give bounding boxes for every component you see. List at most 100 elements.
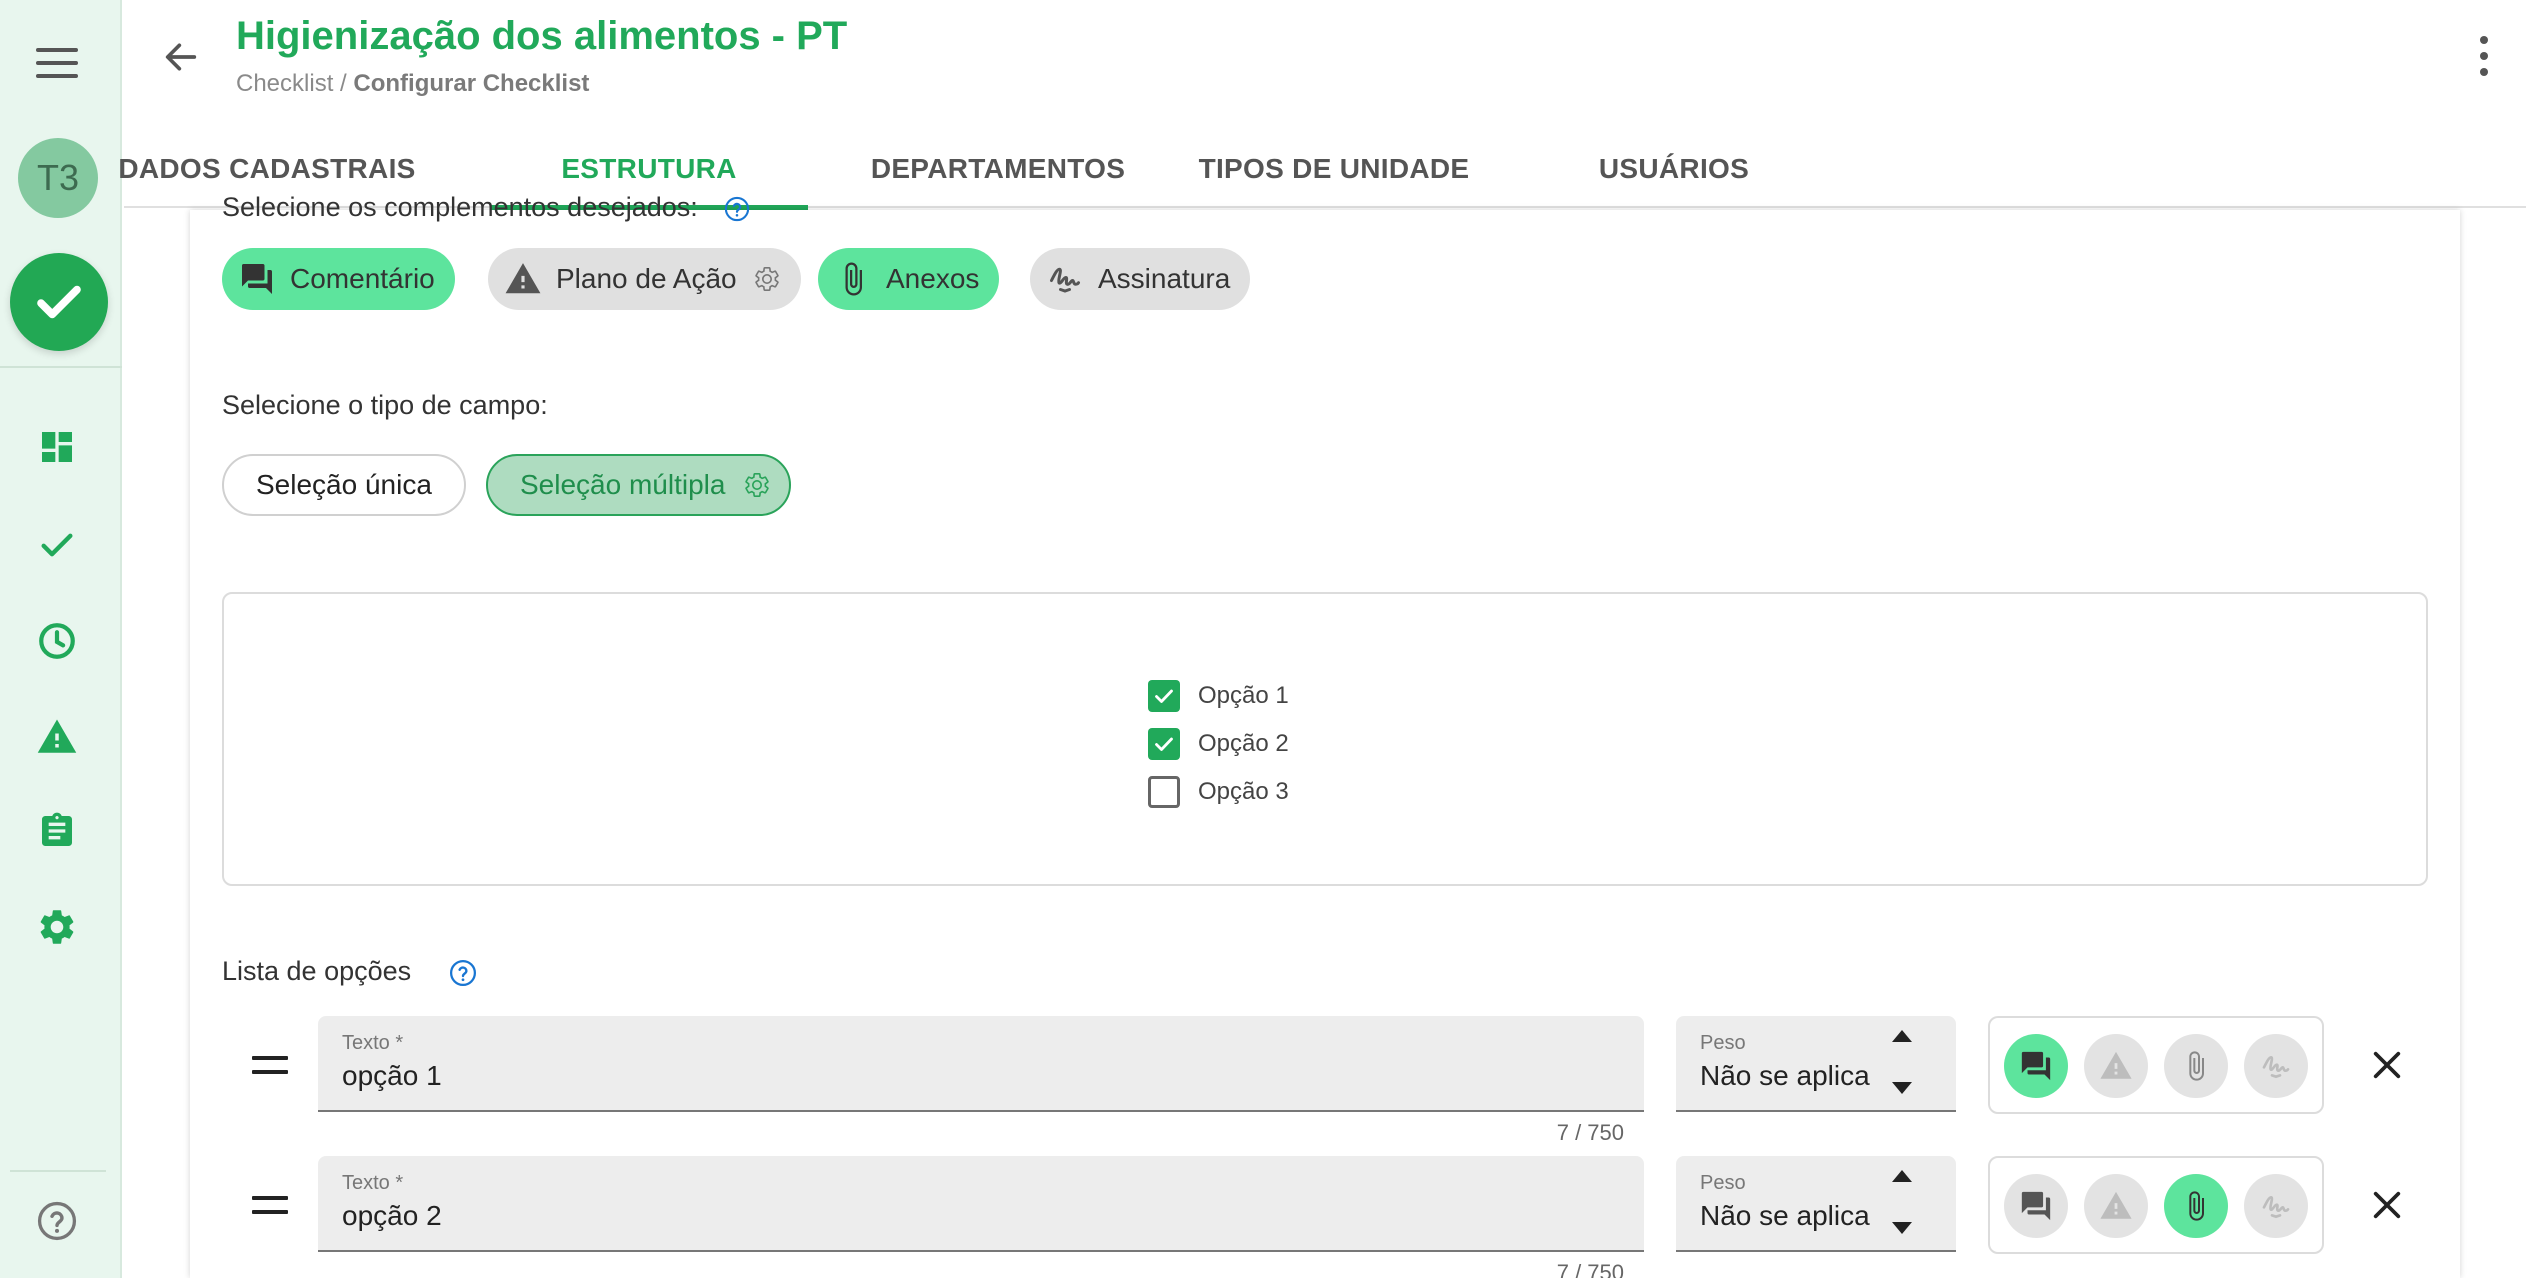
tab-departamentos[interactable]: DEPARTAMENTOS (848, 130, 1148, 208)
check-icon (37, 285, 81, 319)
option-text-value: opção 2 (342, 1200, 442, 1231)
help-icon[interactable] (448, 958, 478, 988)
structure-card: Selecione os complementos desejados: Com… (190, 192, 2460, 1278)
complements-label: Selecione os complementos desejados: (222, 192, 751, 223)
sidebar-item-help[interactable] (34, 1198, 80, 1244)
sidebar-item-settings[interactable] (34, 904, 80, 950)
spin-down-icon[interactable] (1892, 1222, 1912, 1234)
close-icon (2373, 1191, 2401, 1219)
spin-up-icon[interactable] (1892, 1030, 1912, 1042)
preview-option[interactable]: Opção 3 (1148, 774, 1289, 810)
help-icon (37, 1201, 77, 1241)
weight-value: Não se aplica (1700, 1200, 1870, 1231)
field-type-option-label: Seleção múltipla (520, 469, 726, 500)
warning-icon (2100, 1191, 2132, 1219)
weight-value: Não se aplica (1700, 1060, 1870, 1091)
avatar[interactable]: T3 (18, 138, 98, 218)
option-row: Texto * opção 2 7 / 750 Peso Não se apli… (190, 1156, 2460, 1278)
option-comment-toggle[interactable] (2004, 1174, 2068, 1238)
back-button[interactable] (158, 34, 204, 80)
check-icon (41, 533, 73, 557)
warning-icon (37, 719, 77, 753)
preview-option[interactable]: Opção 2 (1148, 726, 1289, 762)
signature-icon (2262, 1195, 2290, 1219)
drag-handle-icon[interactable] (252, 1196, 288, 1214)
weight-select[interactable]: Peso Não se aplica (1676, 1016, 1956, 1112)
preview-option-label: Opção 1 (1198, 682, 1289, 709)
spin-up-icon[interactable] (1892, 1170, 1912, 1182)
gear-icon[interactable] (753, 265, 781, 293)
weight-select[interactable]: Peso Não se aplica (1676, 1156, 1956, 1252)
drag-handle-icon[interactable] (252, 1056, 288, 1074)
option-text-label: Texto * (342, 1172, 404, 1194)
comment-icon (2021, 1191, 2051, 1221)
field-type-label: Selecione o tipo de campo: (222, 390, 548, 420)
comment-icon (242, 264, 272, 294)
breadcrumb-separator: / (333, 70, 354, 97)
sidebar-item-reports[interactable] (34, 808, 80, 854)
dashboard-icon (42, 432, 72, 462)
warning-icon (2100, 1051, 2132, 1079)
comment-icon (2021, 1051, 2051, 1081)
chip-label: Assinatura (1098, 263, 1231, 294)
check-icon (1155, 737, 1173, 751)
sidebar-item-dashboard[interactable] (34, 424, 80, 470)
chip-label: Anexos (886, 263, 980, 294)
chip-plano-de-acao[interactable]: Plano de Ação (488, 248, 801, 310)
option-action-plan-toggle[interactable] (2084, 1034, 2148, 1098)
gear-icon (40, 910, 74, 944)
field-type-multi-select[interactable]: Seleção múltipla (486, 454, 792, 516)
checkbox-unchecked[interactable] (1148, 776, 1180, 808)
close-icon (2373, 1051, 2401, 1079)
clipboard-icon (42, 812, 72, 846)
option-text-field[interactable]: Texto * opção 2 (318, 1156, 1644, 1252)
option-action-plan-toggle[interactable] (2084, 1174, 2148, 1238)
option-attachment-toggle[interactable] (2164, 1174, 2228, 1238)
sidebar-item-action-plans[interactable] (34, 714, 80, 760)
warning-icon (505, 263, 541, 294)
checkbox-checked[interactable] (1148, 728, 1180, 760)
option-text-label: Texto * (342, 1032, 404, 1054)
option-text-value: opção 1 (342, 1060, 442, 1091)
preview-option-label: Opção 2 (1198, 730, 1289, 757)
preview-option[interactable]: Opção 1 (1148, 678, 1289, 714)
gear-icon[interactable] (743, 471, 771, 499)
paperclip-icon (845, 262, 862, 296)
sidebar-divider (10, 1170, 106, 1172)
checkbox-checked[interactable] (1148, 680, 1180, 712)
remove-option-button[interactable] (2368, 1186, 2406, 1224)
breadcrumb-current: Configurar Checklist (353, 70, 590, 97)
chip-anexos[interactable]: Anexos (818, 248, 1000, 310)
help-icon[interactable] (723, 195, 751, 223)
option-complements (1988, 1156, 2324, 1254)
sidebar: T3 (0, 0, 122, 1278)
option-signature-toggle[interactable] (2244, 1034, 2308, 1098)
field-preview: Opção 1 Opção 2 Opção 3 (222, 592, 2428, 886)
signature-icon (1050, 267, 1080, 293)
preview-option-label: Opção 3 (1198, 778, 1289, 805)
app-check-logo[interactable] (10, 253, 108, 351)
options-list-label: Lista de opções (222, 956, 412, 986)
sidebar-item-history[interactable] (34, 618, 80, 664)
tab-usuarios[interactable]: USUÁRIOS (1524, 130, 1824, 208)
clock-icon (39, 623, 75, 659)
spin-down-icon[interactable] (1892, 1082, 1912, 1094)
sidebar-item-checklists[interactable] (34, 522, 80, 568)
weight-label: Peso (1700, 1172, 1746, 1194)
character-counter: 7 / 750 (1556, 1120, 1624, 1145)
more-options-icon[interactable] (2478, 36, 2490, 76)
remove-option-button[interactable] (2368, 1046, 2406, 1084)
chip-assinatura[interactable]: Assinatura (1030, 248, 1251, 310)
menu-icon[interactable] (36, 48, 78, 78)
breadcrumb-root[interactable]: Checklist (236, 70, 333, 97)
option-text-field[interactable]: Texto * opção 1 (318, 1016, 1644, 1112)
chip-label: Comentário (290, 263, 435, 294)
option-comment-toggle[interactable] (2004, 1034, 2068, 1098)
chip-comentario[interactable]: Comentário (222, 248, 455, 310)
field-type-single-select[interactable]: Seleção única (222, 454, 466, 516)
option-row: Texto * opção 1 7 / 750 Peso Não se apli… (190, 1016, 2460, 1156)
sidebar-divider (0, 366, 122, 368)
tab-tipos-de-unidade[interactable]: TIPOS DE UNIDADE (1184, 130, 1484, 208)
option-signature-toggle[interactable] (2244, 1174, 2308, 1238)
option-attachment-toggle[interactable] (2164, 1034, 2228, 1098)
